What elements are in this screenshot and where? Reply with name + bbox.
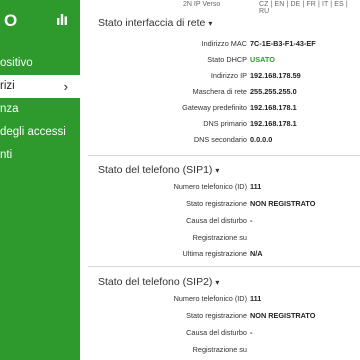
info-label: Registrazione su <box>192 345 247 354</box>
info-value: 0.0.0.0 <box>250 135 273 144</box>
sidebar-item-utenti[interactable]: nti <box>0 144 80 167</box>
chevron-down-icon: ▾ <box>215 166 220 175</box>
status-badge: USATO <box>250 55 275 64</box>
sidebar-item-dispositivo[interactable]: ositivo <box>0 52 80 75</box>
sidebar-item-servizi[interactable]: rizi › <box>0 75 80 98</box>
info-row-dns1: DNS primario 192.168.178.1 <box>80 118 360 130</box>
info-label: Stato registrazione <box>186 199 247 208</box>
info-label: Indirizzo IP <box>210 71 247 80</box>
section-title-text: Stato interfaccia di rete <box>98 17 206 29</box>
info-label: Numero telefonico (ID) <box>173 294 247 303</box>
info-row-fault-cause: Causa del disturbo - <box>80 327 360 339</box>
info-value: 255.255.255.0 <box>250 87 297 96</box>
section-title-network[interactable]: Stato interfaccia di rete ▾ <box>98 17 212 29</box>
section-divider <box>88 266 360 267</box>
sidebar-item-label: nza <box>0 103 19 115</box>
section-title-text: Stato del telefono (SIP2) <box>98 276 213 288</box>
section-title-sip2[interactable]: Stato del telefono (SIP2) ▾ <box>98 276 219 288</box>
info-row-registration-status: Stato registrazione NON REGISTRATO <box>80 198 360 210</box>
info-row-ip: Indirizzo IP 192.168.178.59 <box>80 70 360 82</box>
info-label: Numero telefonico (ID) <box>173 182 247 191</box>
info-row-mac: Indirizzo MAC 7C-1E-B3-F1-43-EF <box>80 38 360 50</box>
main-content: Stato interfaccia di rete ▾ Indirizzo MAC… <box>80 0 360 360</box>
sidebar-item-label: ositivo <box>0 57 33 69</box>
section-title-text: Stato del telefono (SIP1) <box>98 164 213 176</box>
info-row-phone-number: Numero telefonico (ID) 111 <box>80 293 360 305</box>
info-row-netmask: Maschera di rete 255.255.255.0 <box>80 86 360 98</box>
info-label: Stato registrazione <box>186 311 247 320</box>
info-value: NON REGISTRATO <box>250 311 316 320</box>
info-value: 111 <box>250 294 262 303</box>
bar-chart-icon[interactable] <box>56 13 68 25</box>
sidebar-item-label: degli accessi <box>0 126 66 138</box>
info-value: - <box>250 216 253 225</box>
info-label: DNS primario <box>203 119 247 128</box>
info-value: 111 <box>250 182 262 191</box>
info-row-registered-on: Registrazione su <box>80 344 360 356</box>
info-row-last-registration: Ultima registrazione N/A <box>80 248 360 260</box>
info-value: 7C-1E-B3-F1-43-EF <box>250 39 316 48</box>
info-value: 192.168.178.1 <box>250 119 297 128</box>
info-label: DNS secondario <box>193 135 247 144</box>
section-title-sip1[interactable]: Stato del telefono (SIP1) ▾ <box>98 164 219 176</box>
info-row-dns2: DNS secondario 0.0.0.0 <box>80 134 360 146</box>
sidebar-item-label: rizi <box>0 80 15 92</box>
logo: O <box>4 11 18 30</box>
info-row-phone-number: Numero telefonico (ID) 111 <box>80 181 360 193</box>
sidebar-nav: ositivo rizi › nza degli accessi nti <box>0 52 80 167</box>
info-label: Ultima registrazione <box>182 249 247 258</box>
info-value: - <box>250 328 253 337</box>
sidebar-item-controllo-accessi[interactable]: degli accessi <box>0 121 80 144</box>
info-row-dhcp: Stato DHCP USATO <box>80 54 360 66</box>
info-label: Maschera di rete <box>192 87 247 96</box>
info-label: Gateway predefinito <box>182 103 247 112</box>
info-row-registration-status: Stato registrazione NON REGISTRATO <box>80 310 360 322</box>
info-value: N/A <box>250 249 263 258</box>
info-value: NON REGISTRATO <box>250 199 316 208</box>
sidebar-item-label: nti <box>0 149 13 161</box>
info-label: Causa del disturbo <box>186 328 247 337</box>
chevron-down-icon: ▾ <box>215 278 220 287</box>
info-value: 192.168.178.59 <box>250 71 301 80</box>
info-row-fault-cause: Causa del disturbo - <box>80 215 360 227</box>
info-label: Registrazione su <box>192 233 247 242</box>
sidebar: O ositivo rizi › nza degli accessi nti <box>0 0 80 360</box>
section-divider <box>88 155 360 156</box>
chevron-down-icon: ▾ <box>208 19 213 28</box>
info-label: Stato DHCP <box>207 55 247 64</box>
sidebar-item-hardware[interactable]: nza <box>0 98 80 121</box>
info-row-registered-on: Registrazione su <box>80 232 360 244</box>
info-label: Causa del disturbo <box>186 216 247 225</box>
info-value: 192.168.178.1 <box>250 103 297 112</box>
chevron-right-icon: › <box>63 79 68 94</box>
info-label: Indirizzo MAC <box>201 39 247 48</box>
info-row-gateway: Gateway predefinito 192.168.178.1 <box>80 102 360 114</box>
